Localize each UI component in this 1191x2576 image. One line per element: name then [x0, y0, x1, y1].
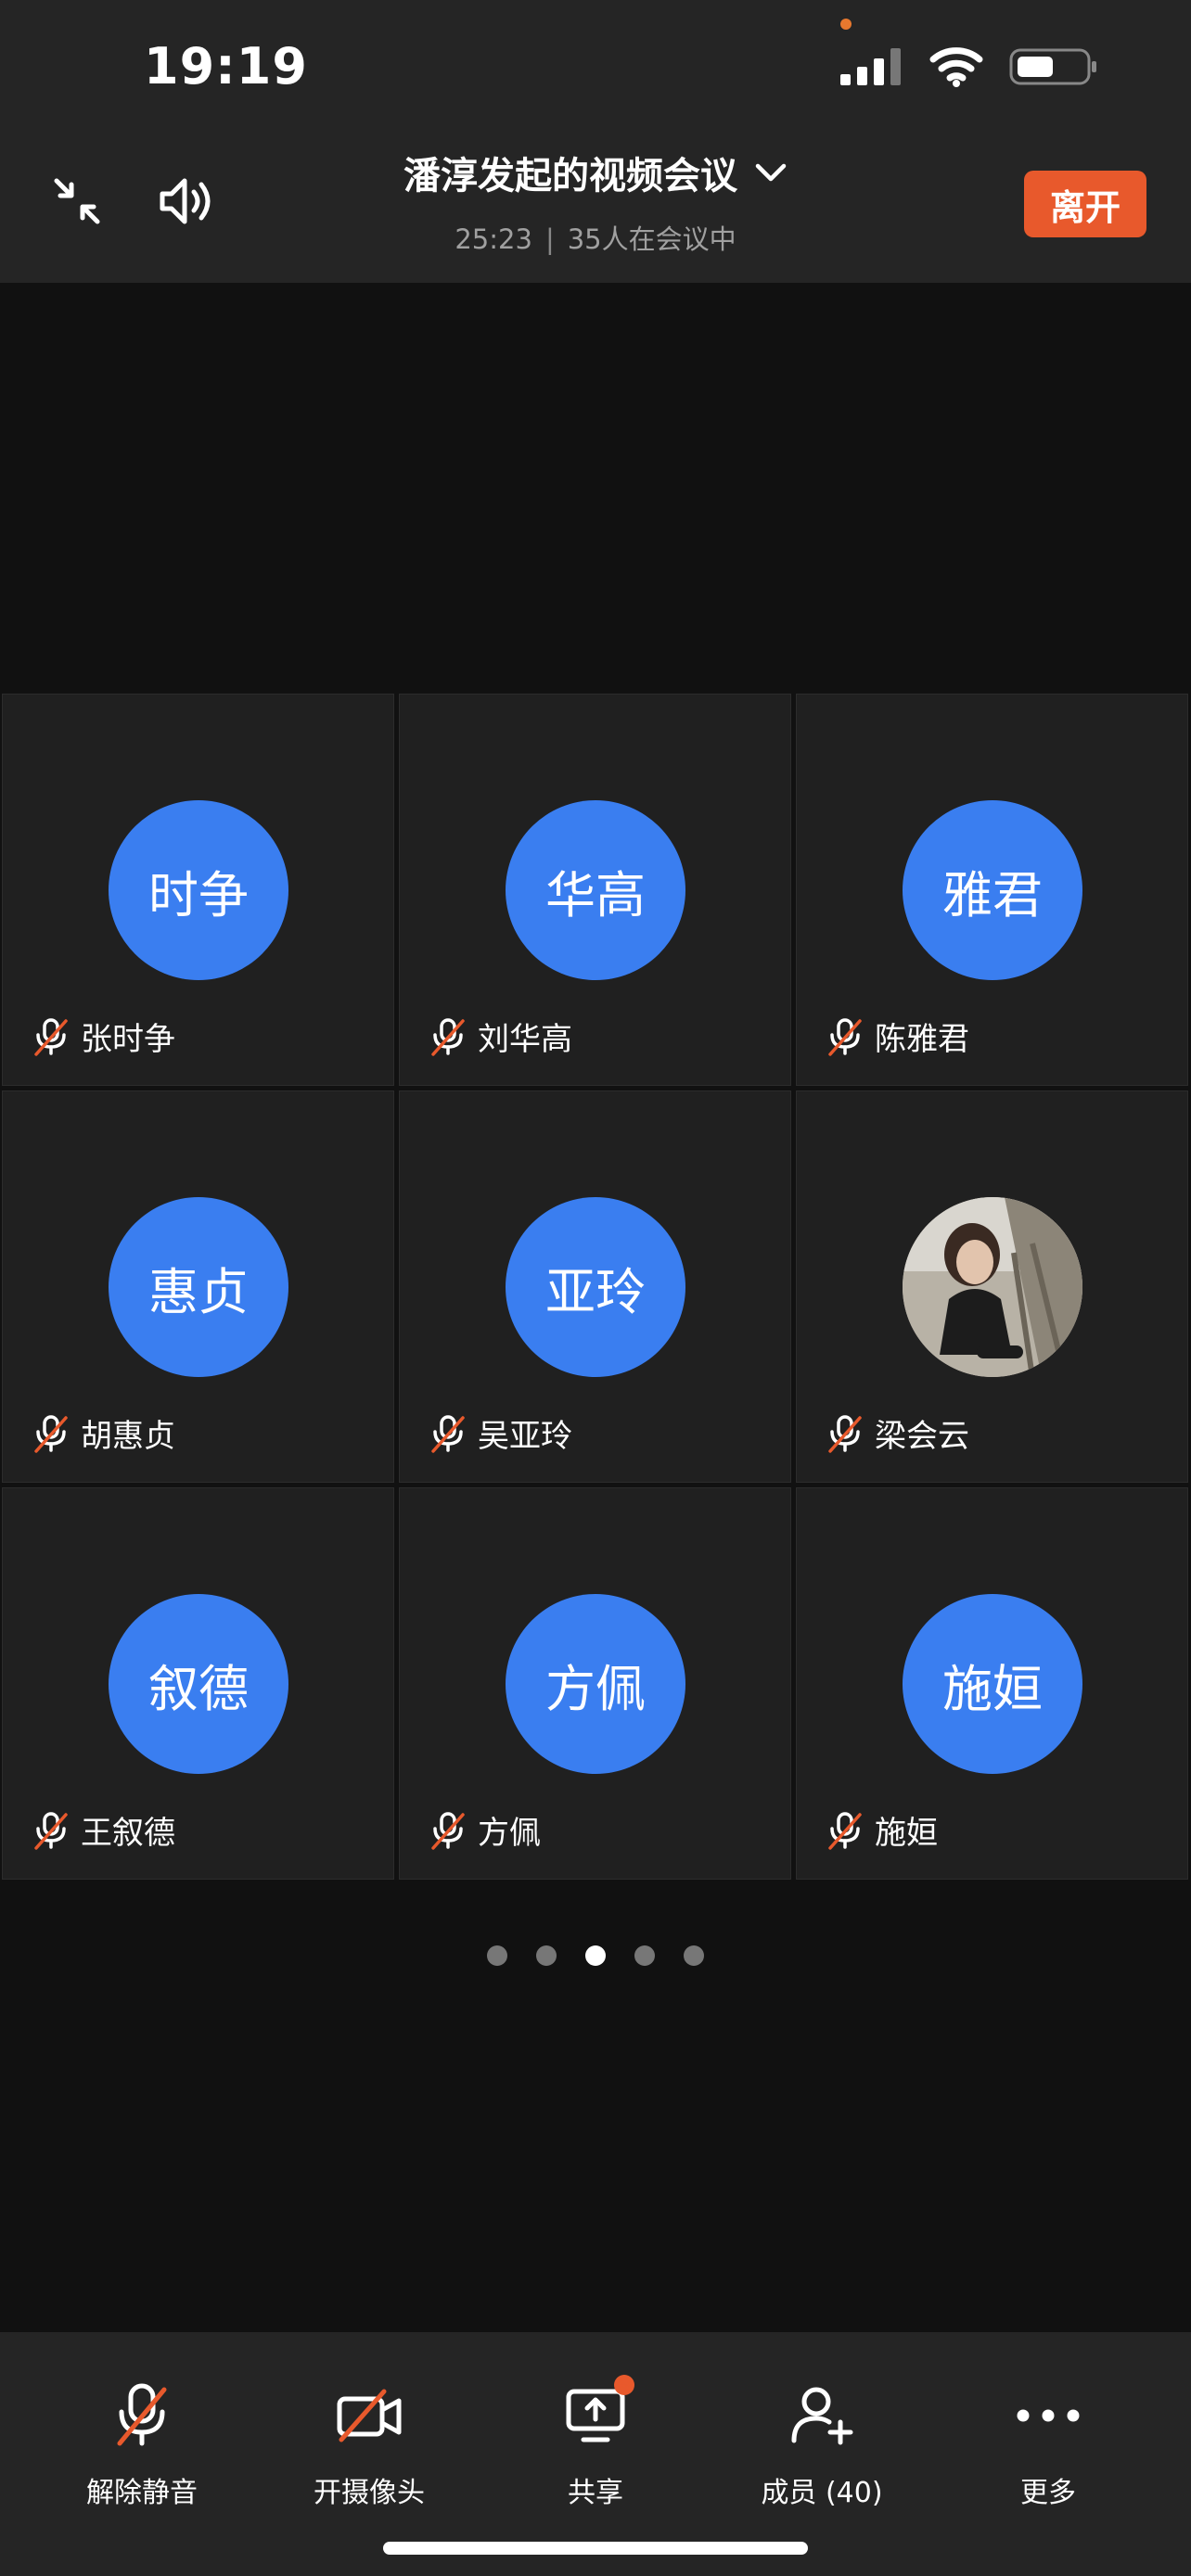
- meeting-title-text: 潘淳发起的视频会议: [403, 155, 737, 198]
- members-label: 成员 (40): [761, 2477, 883, 2509]
- status-bar-time: 19:19: [144, 37, 308, 96]
- mic-muted-icon: [826, 1811, 864, 1850]
- participant-name-row: 陈雅君: [826, 1014, 969, 1059]
- members-button[interactable]: 成员 (40): [720, 2378, 924, 2510]
- participant-name: 梁会云: [875, 1418, 969, 1455]
- page-dot[interactable]: [487, 1945, 507, 1966]
- status-bar-icons: [840, 46, 1098, 87]
- avatar-initials: 时争: [109, 800, 288, 980]
- participant-name-row: 胡惠贞: [32, 1410, 175, 1456]
- participant-tile[interactable]: 时争张时争: [2, 694, 394, 1086]
- participant-name: 陈雅君: [875, 1021, 969, 1058]
- participant-name-row: 梁会云: [826, 1410, 969, 1456]
- mic-muted-icon: [105, 2378, 179, 2453]
- avatar-initials: 华高: [506, 800, 685, 980]
- mic-muted-icon: [826, 1414, 864, 1453]
- participant-name: 吴亚玲: [478, 1418, 572, 1455]
- participant-tile[interactable]: 叙德王叙德: [2, 1487, 394, 1880]
- wifi-icon: [929, 47, 983, 87]
- participant-name: 施姮: [875, 1815, 938, 1852]
- participant-tile[interactable]: 方佩 方佩: [399, 1487, 791, 1880]
- participant-name-row: 施姮: [826, 1807, 938, 1853]
- chevron-down-icon: [755, 163, 787, 182]
- meeting-title[interactable]: 潘淳发起的视频会议: [403, 146, 788, 199]
- participant-tile[interactable]: 施姮 施姮: [796, 1487, 1188, 1880]
- avatar-initials: 亚玲: [506, 1197, 685, 1377]
- meeting-toolbar: 解除静音 开摄像头 共享 成员 (40) 更多: [0, 2332, 1191, 2576]
- meeting-subtitle: 25:23 | 35人在会议中: [0, 218, 1191, 257]
- unmute-label: 解除静音: [86, 2477, 198, 2509]
- participant-tile[interactable]: 梁会云: [796, 1090, 1188, 1483]
- page-dot[interactable]: [536, 1945, 557, 1966]
- share-screen-icon: [558, 2375, 634, 2453]
- participant-name-row: 吴亚玲: [429, 1410, 572, 1456]
- unmute-button[interactable]: 解除静音: [40, 2378, 244, 2510]
- avatar-photo: [903, 1197, 1082, 1377]
- mic-muted-icon: [32, 1414, 70, 1453]
- avatar-initials: 惠贞: [109, 1197, 288, 1377]
- participant-tile[interactable]: 惠贞胡惠贞: [2, 1090, 394, 1483]
- avatar-initials: 叙德: [109, 1594, 288, 1774]
- share-button[interactable]: 共享: [493, 2375, 698, 2510]
- mic-muted-icon: [32, 1017, 70, 1056]
- avatar-initials: 方佩: [506, 1594, 685, 1774]
- subtitle-separator: |: [544, 223, 555, 255]
- meeting-duration: 25:23: [455, 223, 532, 255]
- page-dot[interactable]: [634, 1945, 655, 1966]
- camera-off-icon: [332, 2378, 406, 2453]
- camera-label: 开摄像头: [314, 2477, 425, 2509]
- page-dot[interactable]: [585, 1945, 606, 1966]
- participant-name: 刘华高: [478, 1021, 572, 1058]
- participant-tile[interactable]: 雅君陈雅君: [796, 694, 1188, 1086]
- participant-name: 张时争: [81, 1021, 175, 1058]
- participant-name-row: 刘华高: [429, 1014, 572, 1059]
- cellular-signal-icon: [840, 48, 901, 85]
- share-label: 共享: [568, 2477, 623, 2509]
- page-dot[interactable]: [684, 1945, 704, 1966]
- page-indicator[interactable]: [0, 1945, 1191, 1966]
- privacy-indicator-dot: [840, 19, 852, 30]
- battery-icon: [1009, 48, 1096, 85]
- meeting-title-area[interactable]: 潘淳发起的视频会议 25:23 | 35人在会议中: [0, 146, 1191, 257]
- meeting-header: 19:19 潘淳发起的视频会议 25:23 | 35人在会议中 离开: [0, 0, 1191, 283]
- add-member-icon: [785, 2378, 859, 2453]
- home-indicator[interactable]: [383, 2542, 808, 2555]
- share-notification-badge: [614, 2375, 634, 2395]
- participant-name: 胡惠贞: [81, 1418, 175, 1455]
- participant-count: 35人在会议中: [567, 223, 736, 255]
- mic-muted-icon: [429, 1414, 467, 1453]
- avatar-initials: 雅君: [903, 800, 1082, 980]
- more-label: 更多: [1020, 2477, 1076, 2509]
- participant-tile[interactable]: 华高刘华高: [399, 694, 791, 1086]
- participant-name-row: 张时争: [32, 1014, 175, 1059]
- mic-muted-icon: [429, 1811, 467, 1850]
- camera-button[interactable]: 开摄像头: [267, 2378, 471, 2510]
- participant-name-row: 王叙德: [32, 1807, 175, 1853]
- mic-muted-icon: [826, 1017, 864, 1056]
- mic-muted-icon: [429, 1017, 467, 1056]
- leave-button[interactable]: 离开: [1024, 171, 1146, 237]
- more-dots-icon: [1011, 2378, 1085, 2453]
- participant-name: 方佩: [478, 1815, 541, 1852]
- mic-muted-icon: [32, 1811, 70, 1850]
- participant-tile[interactable]: 亚玲吴亚玲: [399, 1090, 791, 1483]
- more-button[interactable]: 更多: [946, 2378, 1150, 2510]
- participant-name-row: 方佩: [429, 1807, 541, 1853]
- participant-name: 王叙德: [81, 1815, 175, 1852]
- avatar-initials: 施姮: [903, 1594, 1082, 1774]
